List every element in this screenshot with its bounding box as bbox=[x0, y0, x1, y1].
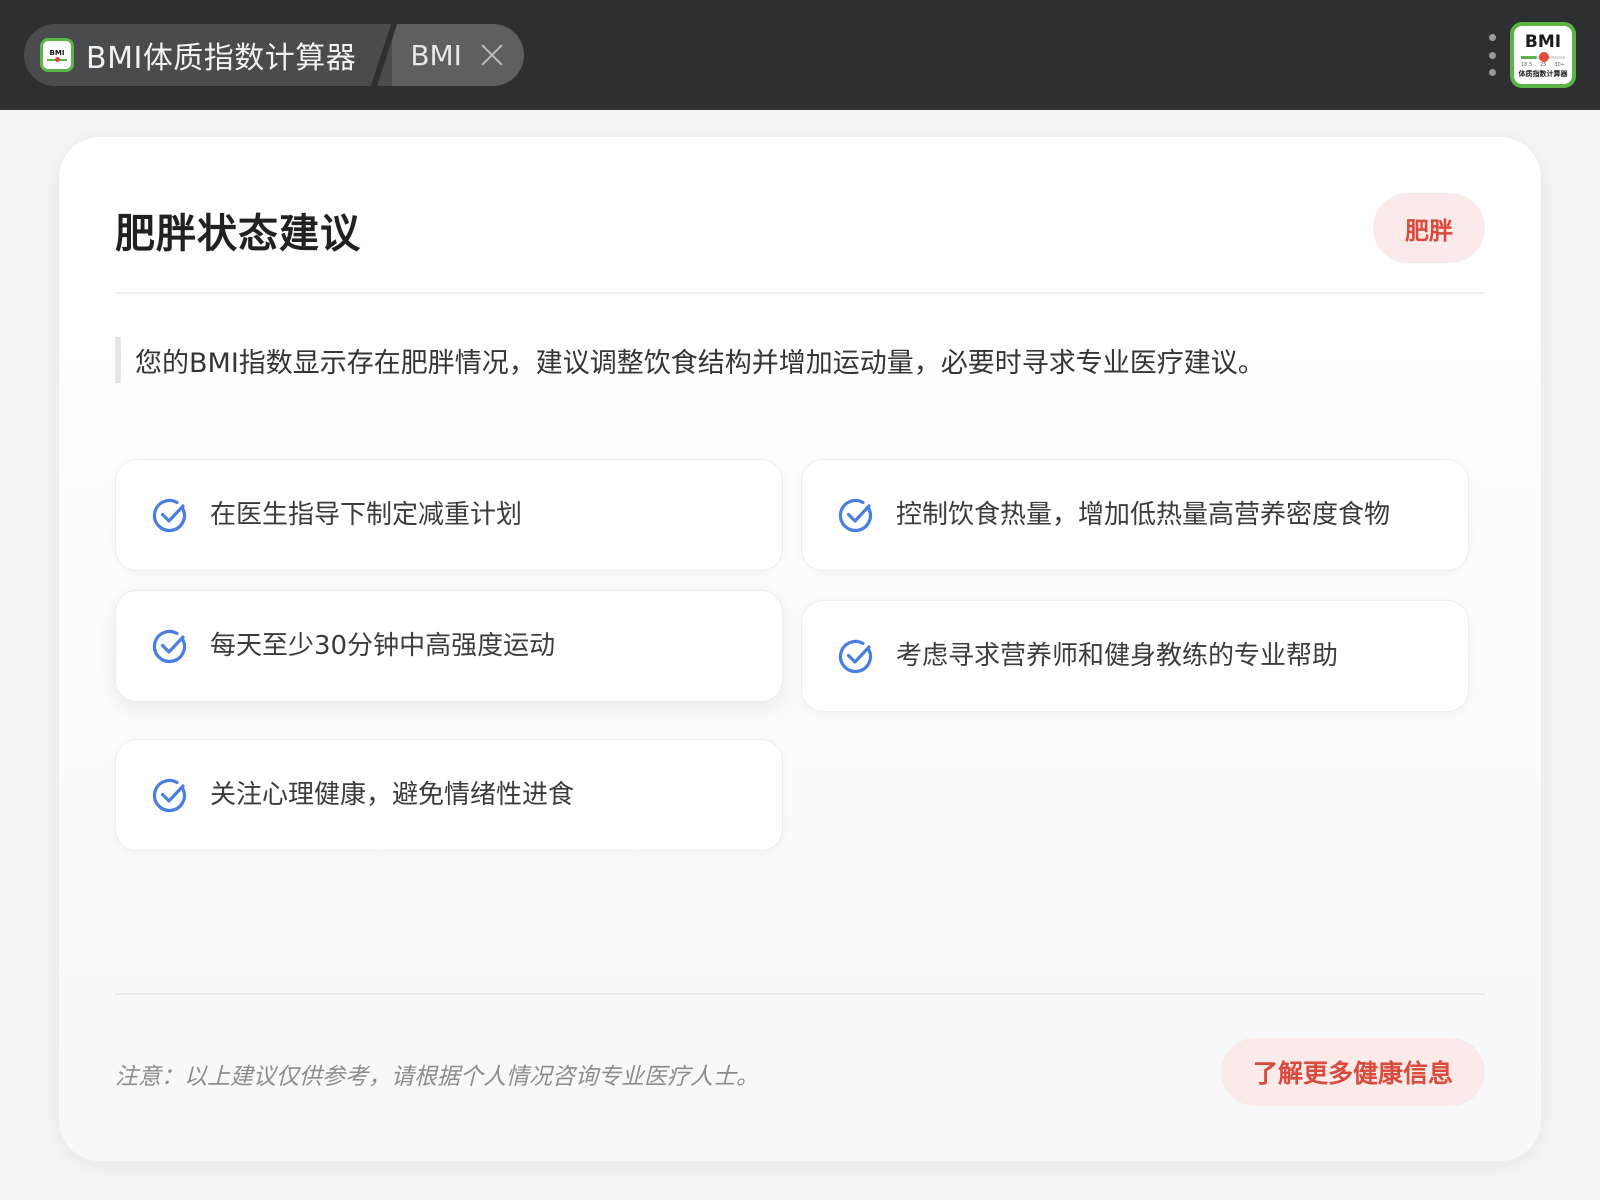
more-health-info-button[interactable]: 了解更多健康信息 bbox=[1221, 1038, 1485, 1106]
status-badge: 肥胖 bbox=[1373, 193, 1485, 263]
summary-text: 您的BMI指数显示存在肥胖情况，建议调整饮食结构并增加运动量，必要时寻求专业医疗… bbox=[115, 337, 1485, 383]
app-logo-tick: 18.5 bbox=[1521, 61, 1533, 68]
close-icon[interactable] bbox=[478, 41, 506, 69]
tip-card: 关注心理健康，避免情绪性进食 bbox=[115, 739, 783, 851]
tab-app-logo-icon: BMI bbox=[40, 38, 74, 72]
tip-card: 在医生指导下制定减重计划 bbox=[115, 459, 783, 571]
app-logo-title: BMI bbox=[1524, 31, 1562, 52]
tab-group: BMI BMI体质指数计算器 BMI bbox=[24, 24, 524, 86]
tip-card: 控制饮食热量，增加低热量高营养密度食物 bbox=[801, 459, 1469, 571]
check-circle-icon bbox=[838, 639, 873, 674]
tip-text: 关注心理健康，避免情绪性进食 bbox=[210, 779, 575, 810]
app-logo-icon[interactable]: BMI 18.5 25 30+ 体质指数计算器 bbox=[1510, 22, 1576, 88]
divider bbox=[115, 993, 1485, 995]
app-logo-ticks: 18.5 25 30+ bbox=[1521, 62, 1565, 68]
divider bbox=[115, 292, 1485, 294]
tab-logo-text: BMI bbox=[49, 49, 65, 57]
more-vertical-icon[interactable] bbox=[1486, 34, 1498, 76]
tip-text: 考虑寻求营养师和健身教练的专业帮助 bbox=[896, 640, 1339, 671]
check-circle-icon bbox=[152, 778, 187, 813]
tab-separator bbox=[378, 24, 393, 86]
app-logo-caption: 体质指数计算器 bbox=[1518, 69, 1568, 78]
check-circle-icon bbox=[152, 629, 187, 664]
check-circle-icon bbox=[152, 498, 187, 533]
tab-bmi-page[interactable]: BMI bbox=[392, 24, 524, 86]
tab-sub-label: BMI bbox=[410, 38, 462, 72]
tab-logo-scale bbox=[47, 57, 67, 62]
app-logo-tick: 30+ bbox=[1554, 61, 1565, 68]
tab-bmi-calculator[interactable]: BMI BMI体质指数计算器 bbox=[24, 24, 379, 86]
tip-text: 在医生指导下制定减重计划 bbox=[210, 499, 523, 530]
tip-card: 每天至少30分钟中高强度运动 bbox=[115, 590, 783, 702]
tip-text: 每天至少30分钟中高强度运动 bbox=[210, 630, 556, 661]
tip-text: 控制饮食热量，增加低热量高营养密度食物 bbox=[896, 499, 1391, 530]
page-title: 肥胖状态建议 bbox=[115, 211, 361, 257]
tab-title: BMI体质指数计算器 bbox=[86, 41, 357, 76]
advice-card: 肥胖状态建议 肥胖 您的BMI指数显示存在肥胖情况，建议调整饮食结构并增加运动量… bbox=[58, 136, 1542, 1162]
app-logo-scale bbox=[1521, 51, 1565, 62]
tip-card: 考虑寻求营养师和健身教练的专业帮助 bbox=[801, 600, 1469, 712]
app-logo-tick: 25 bbox=[1540, 61, 1547, 68]
title-bar: BMI BMI体质指数计算器 BMI BMI 18.5 25 30+ 体质指数计… bbox=[0, 0, 1600, 110]
disclaimer-text: 注意：以上建议仅供参考，请根据个人情况咨询专业医疗人士。 bbox=[115, 1064, 759, 1090]
check-circle-icon bbox=[838, 498, 873, 533]
